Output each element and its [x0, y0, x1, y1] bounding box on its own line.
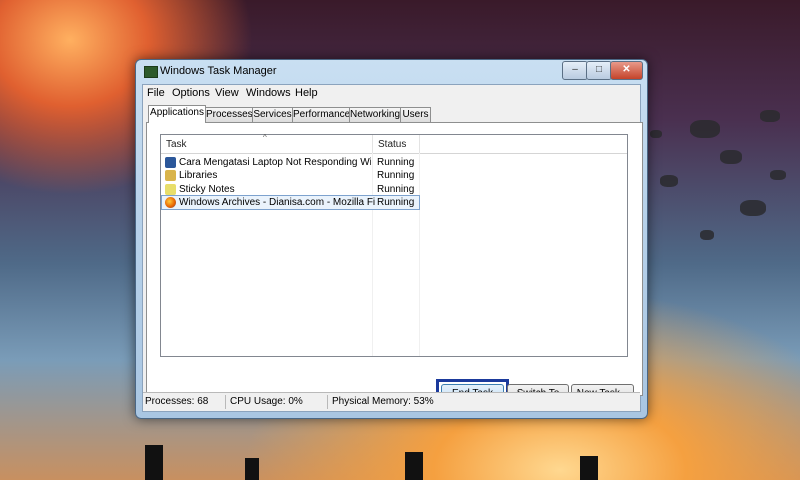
- physical-memory: Physical Memory: 53%: [332, 396, 434, 407]
- status-bar: Processes: 68 CPU Usage: 0% Physical Mem…: [143, 392, 640, 411]
- task-status: Running: [377, 184, 415, 195]
- menu-options[interactable]: Options: [172, 87, 210, 99]
- task-manager-icon: [144, 66, 158, 78]
- task-name: Windows Archives - Dianisa.com - Mozilla…: [179, 197, 375, 208]
- tab-processes[interactable]: Processes: [205, 107, 253, 122]
- task-status: Running: [377, 157, 415, 168]
- tab-networking[interactable]: Networking: [349, 107, 401, 122]
- close-button[interactable]: ✕: [610, 61, 643, 80]
- task-row[interactable]: Sticky Notes Running: [162, 183, 419, 196]
- task-row[interactable]: Cara Mengatasi Laptop Not Responding Win…: [162, 156, 419, 169]
- menu-bar: File Options View Windows Help: [143, 85, 640, 103]
- column-status-label: Status: [378, 139, 407, 150]
- minimize-button[interactable]: –: [562, 61, 588, 80]
- word-document-icon: [165, 157, 176, 168]
- task-status: Running: [377, 197, 415, 208]
- task-list[interactable]: ^ Task Status Cara Mengatasi Laptop Not …: [160, 133, 628, 357]
- title-bar[interactable]: Windows Task Manager – □ ✕: [136, 60, 647, 82]
- column-divider: [419, 153, 420, 356]
- tab-users[interactable]: Users: [400, 107, 431, 122]
- window-client-area: File Options View Windows Help Applicati…: [142, 84, 643, 412]
- task-row-selected[interactable]: Windows Archives - Dianisa.com - Mozilla…: [161, 195, 420, 210]
- sort-ascending-icon: ^: [263, 133, 267, 142]
- task-name: Libraries: [179, 170, 218, 181]
- tab-services[interactable]: Services: [252, 107, 293, 122]
- status-divider: [327, 395, 328, 409]
- sticky-notes-icon: [165, 184, 176, 195]
- maximize-button[interactable]: □: [586, 61, 612, 80]
- task-status: Running: [377, 170, 415, 181]
- tab-performance[interactable]: Performance: [292, 107, 350, 122]
- task-row[interactable]: Libraries Running: [162, 169, 419, 182]
- status-divider: [225, 395, 226, 409]
- column-task-label: Task: [166, 139, 187, 150]
- column-header-task[interactable]: ^ Task: [161, 133, 373, 153]
- menu-help[interactable]: Help: [295, 87, 318, 99]
- column-header-status[interactable]: Status: [373, 135, 420, 153]
- list-header: ^ Task Status: [161, 133, 627, 154]
- processes-count: Processes: 68: [145, 396, 209, 407]
- cpu-usage: CPU Usage: 0%: [230, 396, 303, 407]
- task-name: Sticky Notes: [179, 184, 235, 195]
- firefox-icon: [165, 197, 176, 208]
- task-name: Cara Mengatasi Laptop Not Responding Win…: [179, 157, 371, 168]
- menu-windows[interactable]: Windows: [246, 87, 291, 99]
- libraries-folder-icon: [165, 170, 176, 181]
- window-title: Windows Task Manager: [160, 65, 277, 77]
- menu-view[interactable]: View: [215, 87, 239, 99]
- tab-applications[interactable]: Applications: [148, 105, 206, 123]
- applications-panel: ^ Task Status Cara Mengatasi Laptop Not …: [146, 122, 643, 409]
- menu-file[interactable]: File: [147, 87, 165, 99]
- task-manager-window: Windows Task Manager – □ ✕ File Options …: [135, 59, 648, 419]
